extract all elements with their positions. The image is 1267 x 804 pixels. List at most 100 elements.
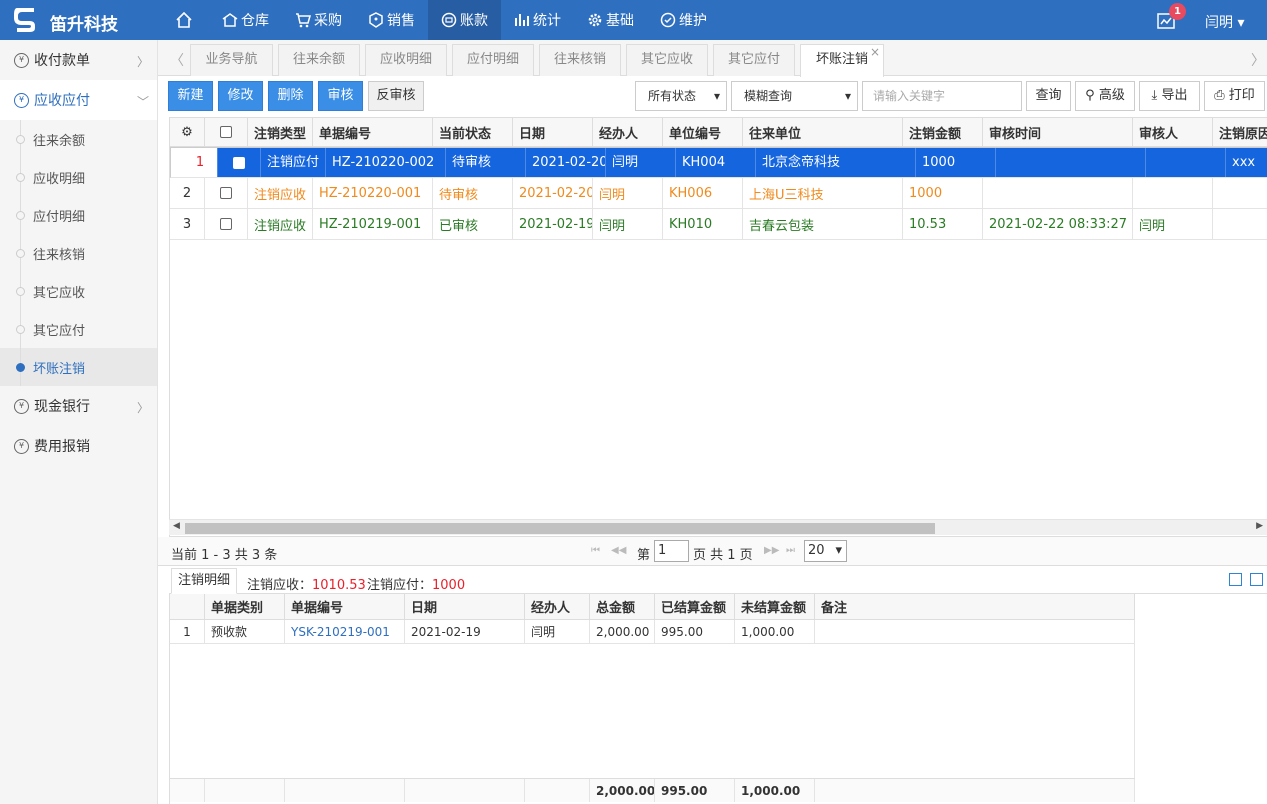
- approve-button[interactable]: 审核: [318, 81, 363, 111]
- nav-maintain[interactable]: 维护: [647, 0, 720, 40]
- print-button[interactable]: ⎙ 打印: [1204, 81, 1265, 111]
- sidebar-item-payable[interactable]: 应付明细: [0, 196, 157, 234]
- tab-receivable[interactable]: 应收明细: [365, 44, 447, 76]
- col-unit-no[interactable]: 单位编号: [663, 118, 743, 146]
- cell-code-link[interactable]: YSK-210219-001: [285, 620, 405, 643]
- detail-footer: 2,000.00 995.00 1,000.00: [170, 778, 1135, 802]
- col-date[interactable]: 日期: [513, 118, 593, 146]
- sidebar-item-other-receivable[interactable]: 其它应收: [0, 272, 157, 310]
- tab-payable[interactable]: 应付明细: [452, 44, 534, 76]
- nav-sales[interactable]: 销售: [355, 0, 428, 40]
- row-checkbox[interactable]: [205, 178, 248, 208]
- sidebar-item-bad-debt[interactable]: 坏账注销: [0, 348, 157, 386]
- page-size-select[interactable]: 20 ▾: [804, 540, 847, 562]
- maximize-icon[interactable]: [1250, 573, 1263, 586]
- edit-button[interactable]: 修改: [218, 81, 263, 111]
- pagination: 当前 1 - 3 共 3 条 ⏮ ◀◀ 第 1 页 共 1 页 ▶▶ ⏭ 20 …: [158, 537, 1267, 566]
- col-handler[interactable]: 经办人: [525, 594, 590, 619]
- search-input[interactable]: 请输入关键字: [862, 81, 1022, 111]
- scroll-right-icon[interactable]: ▶: [1256, 521, 1263, 531]
- delete-button[interactable]: 删除: [268, 81, 313, 111]
- row-checkbox[interactable]: [218, 148, 261, 177]
- table-row[interactable]: 3 注销应收 HZ-210219-001 已审核 2021-02-19 闫明 K…: [170, 209, 1267, 240]
- sidebar-item-other-payable[interactable]: 其它应付: [0, 310, 157, 348]
- col-amount[interactable]: 注销金额: [903, 118, 983, 146]
- table-row[interactable]: 2 注销应收 HZ-210220-001 待审核 2021-02-20 闫明 K…: [170, 178, 1267, 209]
- sidebar-item-label: 坏账注销: [33, 361, 86, 377]
- horizontal-scrollbar[interactable]: ◀ ▶: [169, 519, 1267, 535]
- cell-unit-no: KH010: [663, 209, 743, 239]
- cell-handler: 闫明: [525, 620, 590, 643]
- last-page-icon[interactable]: ⏭: [786, 545, 795, 556]
- scrollbar-thumb[interactable]: [185, 523, 935, 534]
- nav-warehouse[interactable]: 仓库: [209, 0, 282, 40]
- status-select[interactable]: 所有状态: [635, 81, 727, 111]
- payable-label: 注销应付：: [367, 578, 433, 593]
- col-code[interactable]: 单据编号: [313, 118, 433, 146]
- close-icon[interactable]: ×: [870, 37, 880, 67]
- sidebar-item-writeoff[interactable]: 往来核销: [0, 234, 157, 272]
- sidebar-group-cash[interactable]: ¥ 现金银行 〉: [0, 386, 157, 426]
- tab-detail[interactable]: 注销明细: [171, 568, 238, 594]
- col-settled[interactable]: 已结算金额: [655, 594, 735, 619]
- col-unsettled[interactable]: 未结算金额: [735, 594, 815, 619]
- prev-page-icon[interactable]: ◀◀: [611, 545, 626, 556]
- cell-kind: 预收款: [205, 620, 285, 643]
- col-reason[interactable]: 注销原因: [1213, 118, 1267, 146]
- nav-label: 仓库: [241, 13, 269, 29]
- col-date[interactable]: 日期: [405, 594, 525, 619]
- cell-note: [815, 620, 1135, 643]
- table-row[interactable]: 1 注销应付 HZ-210220-002 待审核 2021-02-20 闫明 K…: [170, 147, 1267, 178]
- tab-nav[interactable]: 业务导航: [190, 44, 273, 76]
- new-button[interactable]: 新建: [168, 81, 213, 111]
- tab-scroll-right-icon[interactable]: 〉: [1251, 50, 1265, 70]
- col-total[interactable]: 总金额: [590, 594, 655, 619]
- next-page-icon[interactable]: ▶▶: [764, 545, 779, 556]
- nav-basic[interactable]: 基础: [574, 0, 647, 40]
- tab-balance[interactable]: 往来余额: [278, 44, 360, 76]
- query-mode-select[interactable]: 模糊查询: [731, 81, 858, 111]
- nav-home[interactable]: [162, 0, 209, 40]
- nav-stats[interactable]: 统计: [501, 0, 574, 40]
- table-row[interactable]: 1 预收款 YSK-210219-001 2021-02-19 闫明 2,000…: [170, 620, 1135, 644]
- tab-bad-debt[interactable]: 坏账注销 ×: [800, 44, 884, 77]
- sidebar-group-expense[interactable]: ¥ 费用报销: [0, 426, 157, 466]
- query-button[interactable]: 查询: [1026, 81, 1071, 111]
- receivable-value: 1010.53: [312, 578, 366, 593]
- chevron-right-icon: 〉: [136, 401, 149, 415]
- cell-settled: 995.00: [655, 620, 735, 643]
- sidebar-group-ar-ap[interactable]: ¥ 应收应付 ﹀: [0, 80, 157, 120]
- col-note[interactable]: 备注: [815, 594, 1135, 619]
- tab-scroll-left-icon[interactable]: 〈: [170, 50, 184, 70]
- tab-other-payable[interactable]: 其它应付: [713, 44, 795, 76]
- advanced-button[interactable]: ⚲ 高级: [1075, 81, 1135, 111]
- col-handler[interactable]: 经办人: [593, 118, 663, 146]
- col-kind[interactable]: 单据类别: [205, 594, 285, 619]
- col-type[interactable]: 注销类型: [248, 118, 313, 146]
- bar-chart-icon: [515, 14, 529, 26]
- col-auditor[interactable]: 审核人: [1133, 118, 1213, 146]
- scroll-left-icon[interactable]: ◀: [173, 521, 180, 531]
- col-status[interactable]: 当前状态: [433, 118, 513, 146]
- first-page-icon[interactable]: ⏮: [591, 545, 600, 556]
- user-menu[interactable]: 闫明 ▾: [1205, 12, 1244, 32]
- sidebar-item-receivable[interactable]: 应收明细: [0, 158, 157, 196]
- col-code[interactable]: 单据编号: [285, 594, 405, 619]
- sidebar-group-receipts[interactable]: ¥ 收付款单 〉: [0, 40, 157, 80]
- col-unit[interactable]: 往来单位: [743, 118, 903, 146]
- nav-purchase[interactable]: 采购: [282, 0, 355, 40]
- export-button[interactable]: ⤓ 导出: [1139, 81, 1200, 111]
- settings-icon[interactable]: ⚙: [170, 118, 205, 146]
- nav-accounts[interactable]: 账款: [428, 0, 501, 40]
- tab-other-receivable[interactable]: 其它应收: [626, 44, 708, 76]
- row-checkbox[interactable]: [205, 209, 248, 239]
- printer-icon: ⎙: [1214, 88, 1225, 103]
- minimize-icon[interactable]: [1229, 573, 1242, 586]
- tab-writeoff[interactable]: 往来核销: [539, 44, 621, 76]
- tab-label: 坏账注销: [815, 52, 868, 67]
- page-input[interactable]: 1: [654, 540, 689, 562]
- sidebar-item-balance[interactable]: 往来余额: [0, 120, 157, 158]
- select-all-checkbox[interactable]: [205, 118, 248, 146]
- unapprove-button[interactable]: 反审核: [368, 81, 424, 111]
- col-audit-time[interactable]: 审核时间: [983, 118, 1133, 146]
